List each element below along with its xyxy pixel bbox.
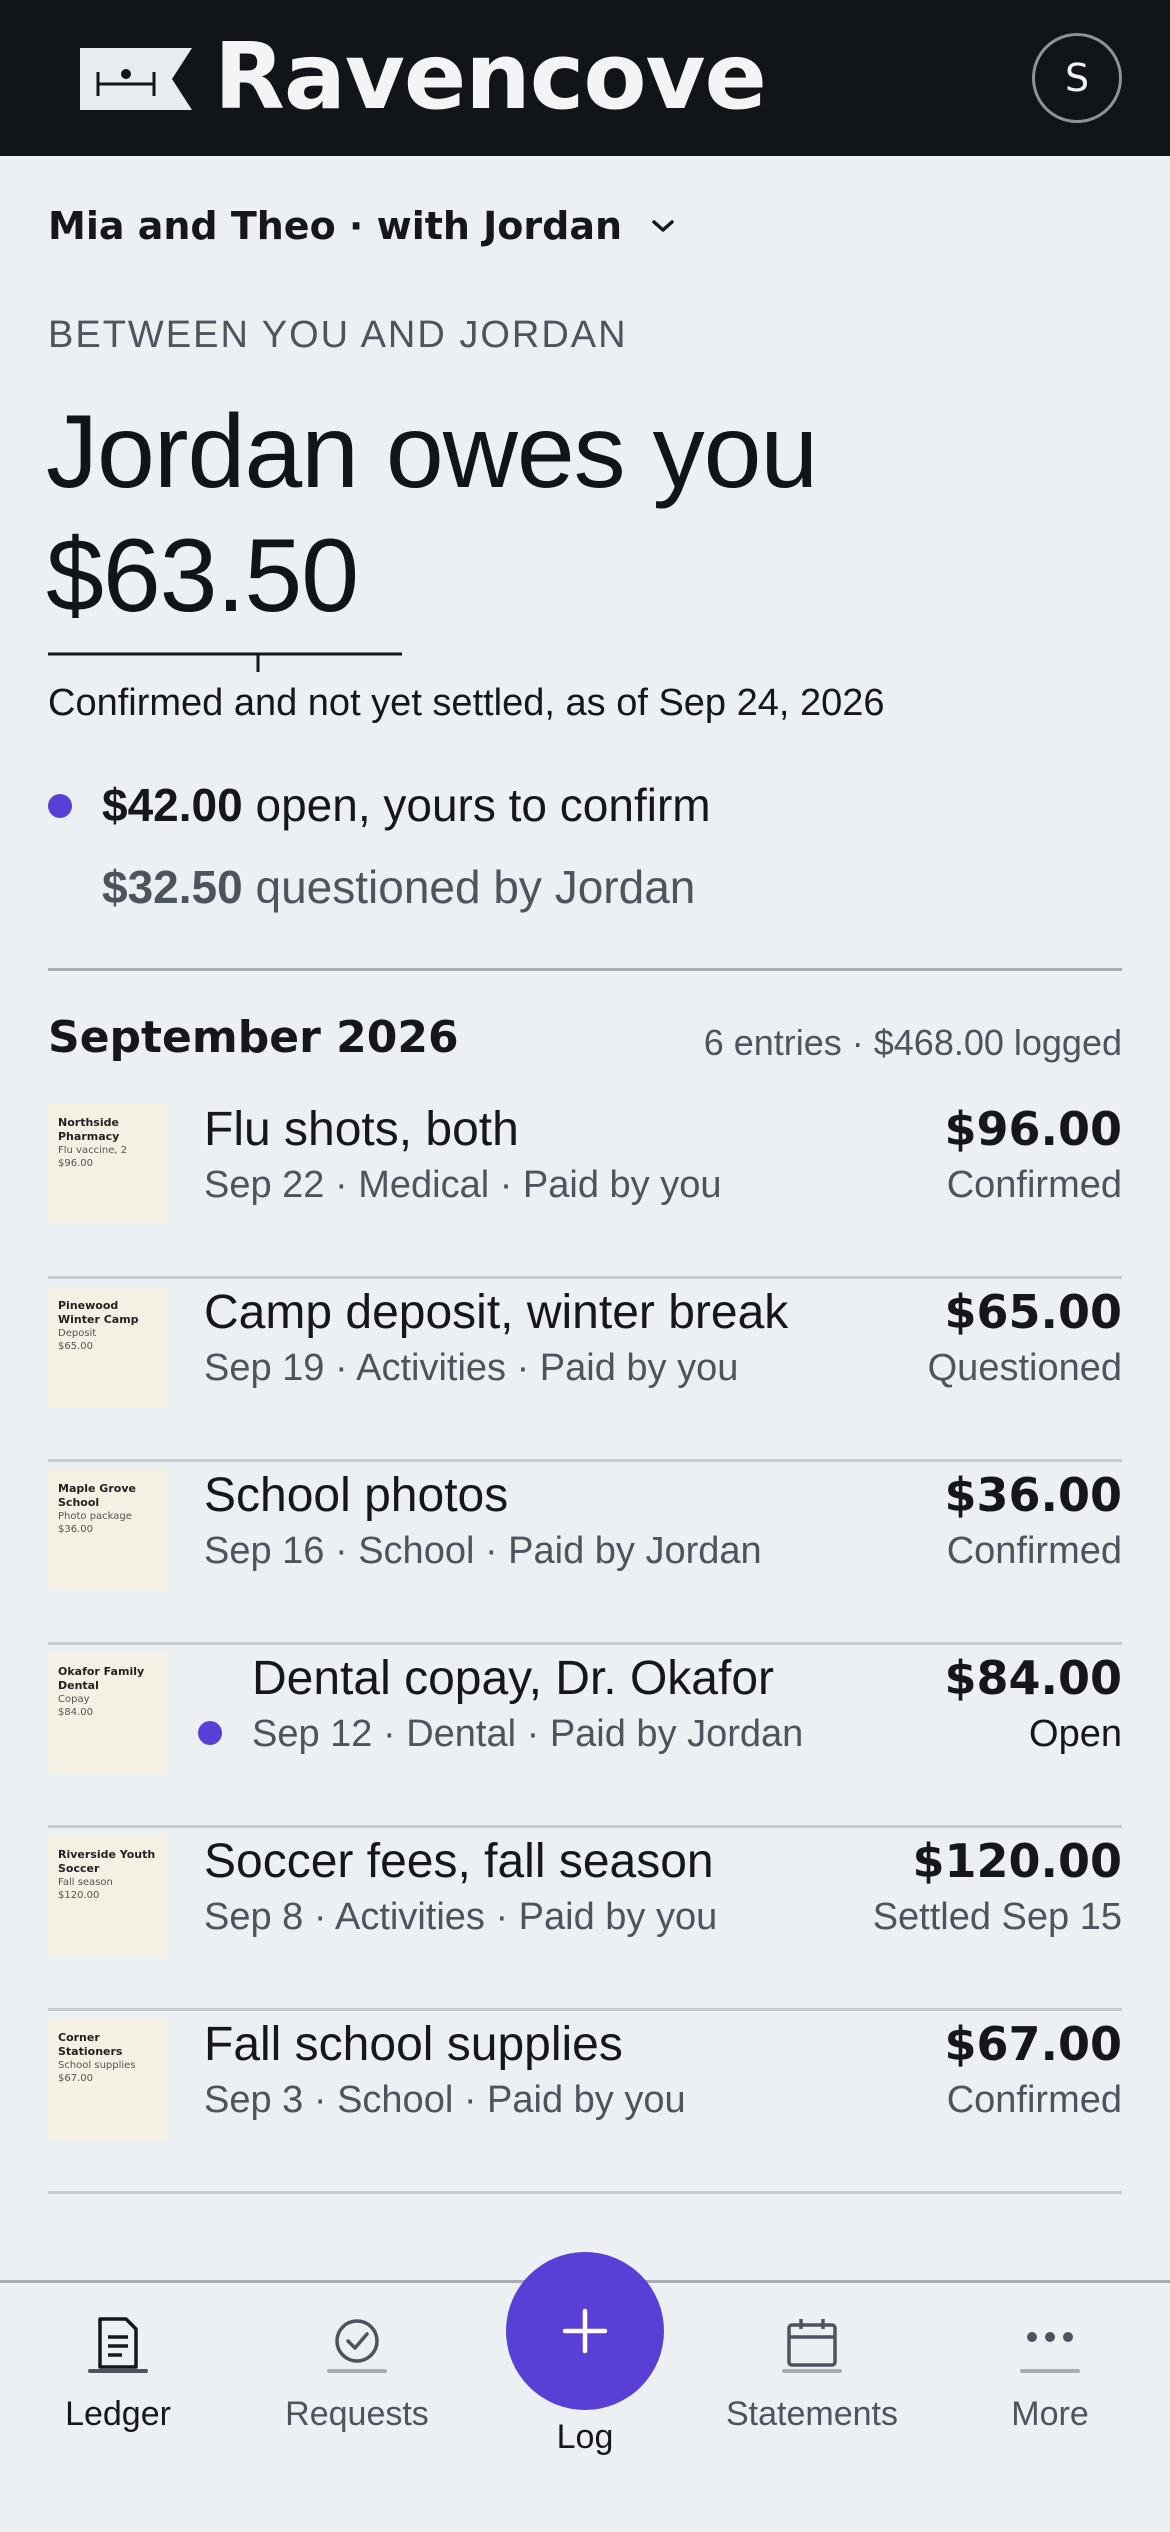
balance-as-of: Confirmed and not yet settled, as of Sep… — [48, 682, 885, 724]
open-indicator-dot — [48, 794, 72, 818]
balance-amount: $63.50 — [46, 518, 359, 634]
entry-meta: Sep 19 · Activities · Paid by you — [204, 1347, 739, 1389]
entry-amount: $120.00 — [912, 1834, 1122, 1888]
receipt-item: Copay — [58, 1694, 90, 1705]
entry-title: Flu shots, both — [204, 1103, 519, 1156]
entry-status: Settled Sep 15 — [872, 1896, 1122, 1938]
entry-amount: $67.00 — [944, 2017, 1122, 2071]
tab-indicator — [88, 2369, 148, 2373]
tab-statements-label: Statements — [726, 2395, 898, 2433]
questioned-summary[interactable]: $32.50 questioned by Jordan — [102, 860, 695, 914]
brand-name: Ravencove — [214, 23, 767, 130]
entry-meta: Sep 3 · School · Paid by you — [204, 2079, 686, 2121]
receipt-amount: $67.00 — [58, 2073, 93, 2084]
receipt-vendor: Maple Grove School — [58, 1482, 136, 1509]
receipt-thumbnail[interactable]: Corner Stationers School supplies $67.00 — [48, 2019, 168, 2139]
plus-icon — [562, 2308, 608, 2354]
entry-status: Confirmed — [946, 1530, 1122, 1572]
app-header: Ravencove S — [0, 0, 1170, 156]
receipt-item: School supplies — [58, 2060, 136, 2071]
receipt-vendor: Corner Stationers — [58, 2031, 123, 2058]
receipt-thumbnail[interactable]: Okafor Family Dental Copay $84.00 — [48, 1653, 168, 1773]
calendar-icon — [787, 2319, 837, 2367]
open-status-dot — [198, 1721, 222, 1745]
entry-amount: $84.00 — [944, 1651, 1122, 1705]
chevron-down-icon — [652, 220, 674, 232]
ledger-entry[interactable]: Maple Grove School Photo package $36.00 … — [48, 1462, 1122, 1645]
ledger-entry[interactable]: Corner Stationers School supplies $67.00… — [48, 2011, 1122, 2194]
entry-title: Fall school supplies — [204, 2018, 623, 2071]
open-summary[interactable]: $42.00 open, yours to confirm — [102, 778, 711, 832]
balance-headline-text: Jordan owes you — [46, 394, 818, 510]
tab-log-label: Log — [556, 2418, 614, 2456]
month-summary: 6 entries · $468.00 logged — [703, 1022, 1122, 1063]
tab-statements[interactable]: Statements — [712, 2283, 912, 2483]
entry-meta: Sep 22 · Medical · Paid by you — [204, 1164, 722, 1206]
open-text: open, yours to confirm — [242, 779, 711, 831]
check-circle-icon — [335, 2319, 379, 2363]
tab-indicator — [327, 2369, 387, 2373]
entry-status: Confirmed — [946, 1164, 1122, 1206]
receipt-item: Fall season — [58, 1877, 113, 1888]
amount-underline — [48, 652, 402, 672]
entry-title: School photos — [204, 1469, 509, 1522]
tab-ledger-label: Ledger — [65, 2395, 171, 2433]
tab-indicator — [1020, 2369, 1080, 2373]
receipt-amount: $65.00 — [58, 1341, 93, 1352]
receipt-amount: $120.00 — [58, 1890, 100, 1901]
receipt-thumbnail[interactable]: Northside Pharmacy Flu vaccine, 2 $96.00 — [48, 1104, 168, 1224]
entry-status: Open — [1029, 1713, 1122, 1755]
tab-more-label: More — [1011, 2395, 1089, 2433]
entry-amount: $36.00 — [944, 1468, 1122, 1522]
ledger-icon — [98, 2317, 138, 2369]
log-entry-button[interactable] — [506, 2252, 664, 2410]
entry-title: Soccer fees, fall season — [204, 1835, 714, 1888]
month-title: September 2026 — [48, 1012, 459, 1063]
entry-meta: Sep 12 · Dental · Paid by Jordan — [252, 1713, 804, 1755]
receipt-vendor: Northside Pharmacy — [58, 1116, 120, 1143]
open-amount: $42.00 — [102, 779, 243, 831]
receipt-vendor: Riverside Youth Soccer — [58, 1848, 156, 1875]
receipt-item: Deposit — [58, 1328, 97, 1339]
balance-headline: Jordan owes you $63.50 — [46, 390, 818, 638]
divider — [48, 968, 1122, 971]
receipt-vendor: Pinewood Winter Camp — [58, 1299, 139, 1326]
logo-flag-icon — [80, 48, 192, 110]
receipt-item: Photo package — [58, 1511, 132, 1522]
tab-ledger[interactable]: Ledger — [18, 2283, 218, 2483]
balance-eyebrow: BETWEEN YOU AND JORDAN — [48, 314, 628, 356]
more-dots-icon — [1027, 2332, 1073, 2342]
tab-requests-label: Requests — [285, 2395, 429, 2433]
receipt-item: Flu vaccine, 2 — [58, 1145, 128, 1156]
ledger-entry[interactable]: Northside Pharmacy Flu vaccine, 2 $96.00… — [48, 1096, 1122, 1279]
entry-meta: Sep 16 · School · Paid by Jordan — [204, 1530, 762, 1572]
tab-more[interactable]: More — [950, 2283, 1150, 2483]
entry-title: Dental copay, Dr. Okafor — [252, 1652, 774, 1705]
receipt-thumbnail[interactable]: Riverside Youth Soccer Fall season $120.… — [48, 1836, 168, 1956]
ledger-entry[interactable]: Pinewood Winter Camp Deposit $65.00 Camp… — [48, 1279, 1122, 1462]
entry-status: Questioned — [927, 1347, 1122, 1389]
questioned-amount: $32.50 — [102, 861, 243, 913]
questioned-text: questioned by Jordan — [242, 861, 696, 913]
entry-meta: Sep 8 · Activities · Paid by you — [204, 1896, 718, 1938]
receipt-vendor: Okafor Family Dental — [58, 1665, 145, 1692]
ledger-entry[interactable]: Okafor Family Dental Copay $84.00 Dental… — [48, 1645, 1122, 1828]
receipt-amount: $36.00 — [58, 1524, 93, 1535]
tab-requests[interactable]: Requests — [257, 2283, 457, 2483]
family-selector[interactable]: Mia and Theo · with Jordan — [48, 196, 676, 256]
entry-divider — [48, 2191, 1122, 2194]
receipt-amount: $96.00 — [58, 1158, 93, 1169]
entry-amount: $65.00 — [944, 1285, 1122, 1339]
receipt-thumbnail[interactable]: Maple Grove School Photo package $36.00 — [48, 1470, 168, 1590]
tab-indicator — [782, 2369, 842, 2373]
entry-title: Camp deposit, winter break — [204, 1286, 789, 1339]
entry-amount: $96.00 — [944, 1102, 1122, 1156]
receipt-amount: $84.00 — [58, 1707, 93, 1718]
ledger-entry[interactable]: Riverside Youth Soccer Fall season $120.… — [48, 1828, 1122, 2011]
family-selector-label: Mia and Theo · with Jordan — [48, 204, 623, 248]
avatar[interactable]: S — [1032, 33, 1122, 123]
entry-status: Confirmed — [946, 2079, 1122, 2121]
receipt-thumbnail[interactable]: Pinewood Winter Camp Deposit $65.00 — [48, 1287, 168, 1407]
